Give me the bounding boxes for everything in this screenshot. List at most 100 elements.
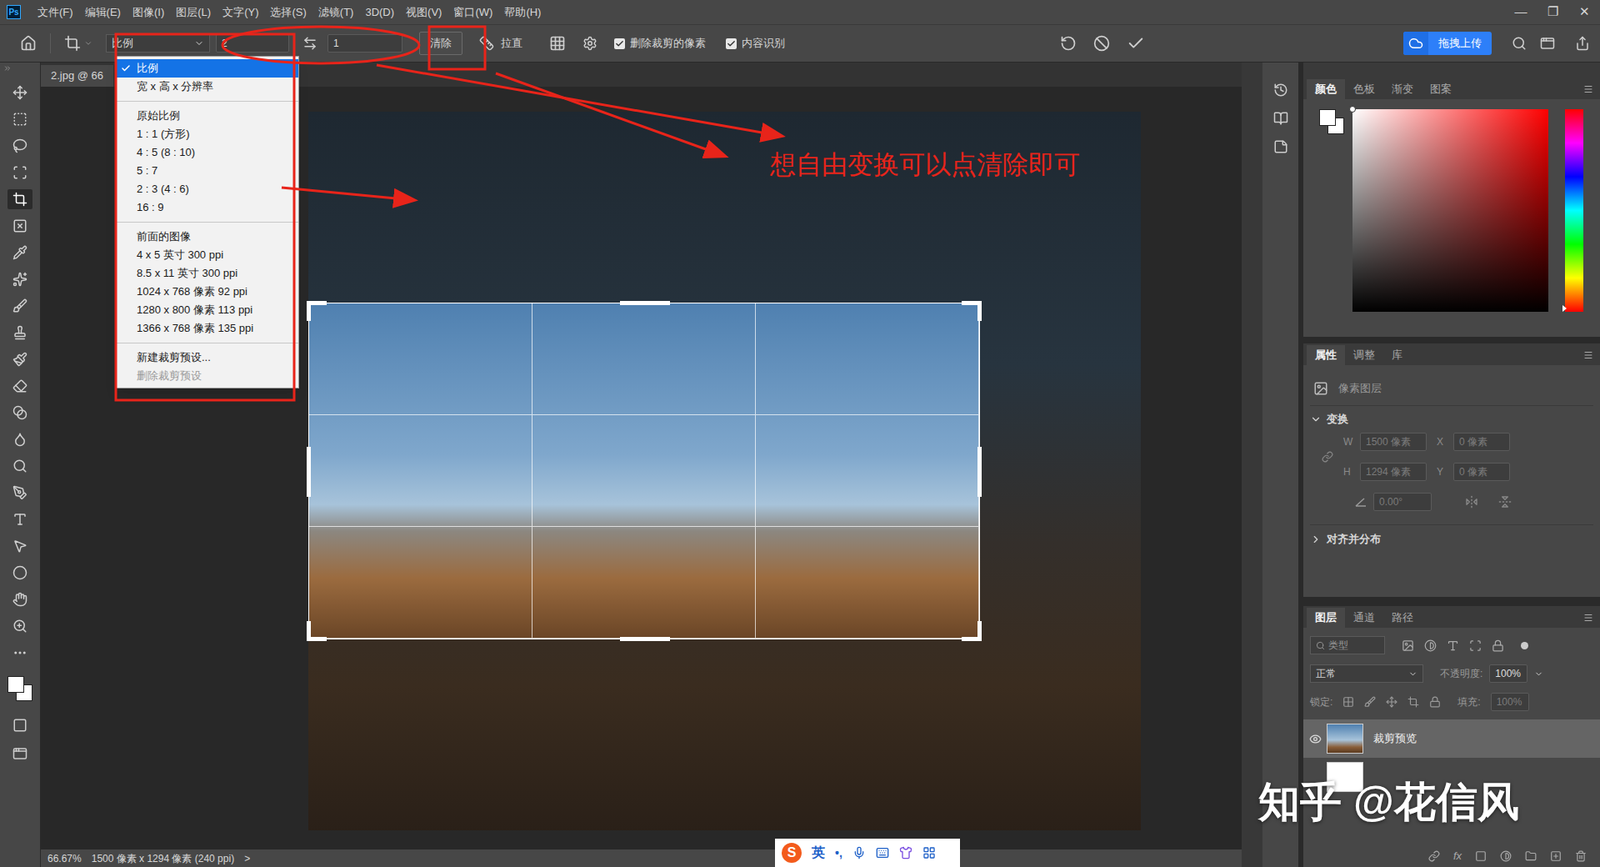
path-select-icon[interactable]	[12, 538, 28, 554]
clear-button[interactable]: 清除	[419, 31, 463, 55]
collapse-icon[interactable]	[3, 64, 12, 73]
tool-button[interactable]	[7, 82, 33, 103]
marquee-icon[interactable]	[12, 111, 28, 127]
chevron-icon[interactable]	[1534, 669, 1544, 679]
settings-icon[interactable]	[582, 35, 598, 51]
height-field[interactable]: 1294 像素	[1360, 462, 1427, 481]
cancel-icon[interactable]	[1093, 35, 1110, 52]
move-icon[interactable]	[12, 85, 28, 100]
dropdown-item[interactable]: 新建裁剪预设...	[115, 348, 299, 367]
width-input[interactable]: 2	[215, 34, 290, 53]
ime-punct[interactable]: •,	[835, 844, 843, 862]
window-control[interactable]: ❐	[1536, 2, 1569, 22]
commit-icon[interactable]	[1126, 34, 1145, 53]
panel-tab[interactable]: 库	[1383, 345, 1411, 365]
window-control[interactable]: —	[1505, 2, 1537, 22]
tool-button[interactable]	[7, 135, 33, 156]
brush-icon[interactable]	[12, 298, 28, 314]
tool-button[interactable]	[7, 455, 33, 476]
blur-icon[interactable]	[12, 431, 28, 447]
hue-slider[interactable]	[1565, 109, 1584, 312]
flip-vertical-icon[interactable]	[1498, 495, 1512, 509]
workspace-icon[interactable]	[1540, 35, 1555, 51]
lasso-icon[interactable]	[12, 138, 28, 154]
angle-field[interactable]: 0.00°	[1373, 492, 1432, 511]
menu-item[interactable]: 图像(I)	[132, 4, 165, 21]
notes-icon[interactable]	[1273, 139, 1289, 155]
dropdown-item[interactable]: 宽 x 高 x 分辨率	[115, 77, 299, 96]
flip-horizontal-icon[interactable]	[1465, 495, 1479, 509]
dropdown-item[interactable]: 前面的图像	[115, 227, 299, 246]
straighten-label[interactable]: 拉直	[500, 35, 523, 52]
menu-item[interactable]: 3D(D)	[365, 4, 395, 21]
preset-arrow-icon[interactable]	[84, 39, 93, 48]
tool-button[interactable]	[7, 295, 33, 316]
dropdown-item[interactable]: 原始比例	[115, 106, 299, 125]
tool-button[interactable]	[7, 189, 33, 210]
tool-button[interactable]	[7, 589, 33, 610]
filter-smart-icon[interactable]	[1491, 639, 1505, 652]
dropdown-item[interactable]: 8.5 x 11 英寸 300 ppi	[115, 264, 299, 283]
height-input[interactable]: 1	[327, 34, 403, 53]
stamp-icon[interactable]	[12, 325, 28, 340]
filter-type-icon[interactable]	[1446, 639, 1460, 652]
panel-tab[interactable]: 色板	[1345, 79, 1384, 100]
menu-item[interactable]: 帮助(H)	[504, 4, 541, 21]
object-select-icon[interactable]	[12, 165, 28, 180]
new-layer-icon[interactable]	[1550, 850, 1562, 862]
crop-handle[interactable]	[306, 446, 311, 497]
panel-menu-icon[interactable]	[1583, 612, 1594, 623]
checkbox-box[interactable]	[725, 38, 737, 50]
crop-handle[interactable]	[306, 300, 311, 321]
dropdown-item[interactable]: 比例	[115, 59, 299, 78]
panel-tab[interactable]: 通道	[1345, 607, 1384, 628]
mic-icon[interactable]	[852, 845, 866, 860]
more-icon[interactable]	[12, 645, 28, 660]
tool-button[interactable]	[7, 482, 33, 503]
zoom-icon[interactable]	[12, 618, 28, 634]
menu-item[interactable]: 窗口(W)	[453, 4, 493, 21]
document-tab[interactable]: 2.jpg @ 66	[40, 65, 114, 87]
tool-button[interactable]	[7, 242, 33, 263]
panel-tab[interactable]: 图案	[1421, 79, 1460, 100]
frame-icon[interactable]	[12, 218, 28, 234]
color-swatches[interactable]	[7, 675, 33, 701]
ellipse-icon[interactable]	[12, 565, 28, 580]
eye-icon[interactable]	[1309, 732, 1322, 745]
type-icon[interactable]	[12, 511, 28, 527]
tool-button[interactable]	[7, 642, 33, 663]
history-brush-icon[interactable]	[12, 351, 28, 367]
adjustment-icon[interactable]	[1500, 850, 1512, 862]
tool-button[interactable]	[7, 402, 33, 423]
blend-mode-select[interactable]: 正常	[1310, 664, 1424, 683]
history-icon[interactable]	[1273, 82, 1289, 98]
tool-button[interactable]	[7, 162, 33, 183]
tool-button[interactable]	[7, 269, 33, 290]
dropdown-item[interactable]: 5 : 7	[115, 161, 299, 180]
lock-artboard-icon[interactable]	[1407, 695, 1420, 708]
dropdown-item[interactable]: 1 : 1 (方形)	[115, 125, 299, 144]
fill-field[interactable]: 100%	[1490, 692, 1530, 711]
tool-button[interactable]	[7, 509, 33, 530]
hand-icon[interactable]	[12, 591, 28, 607]
menu-item[interactable]: 编辑(E)	[85, 4, 121, 21]
tool-button[interactable]	[7, 215, 33, 236]
checkbox[interactable]: 删除裁剪的像素	[614, 35, 706, 52]
panel-menu-icon[interactable]	[1583, 84, 1594, 95]
tool-button[interactable]	[7, 429, 33, 450]
keyboard-icon[interactable]	[875, 845, 890, 860]
fg-bg-swatch[interactable]	[1319, 109, 1345, 135]
libraries-icon[interactable]	[1273, 110, 1289, 126]
delete-layer-icon[interactable]	[1575, 850, 1587, 862]
link-icon[interactable]	[1321, 450, 1334, 463]
panel-tab[interactable]: 颜色	[1306, 79, 1345, 100]
menu-item[interactable]: 视图(V)	[405, 4, 442, 21]
dropdown-item[interactable]: 1280 x 800 像素 113 ppi	[115, 300, 299, 320]
panel-tab[interactable]: 属性	[1306, 345, 1345, 365]
menu-item[interactable]: 选择(S)	[270, 4, 306, 21]
tool-button[interactable]	[7, 322, 33, 343]
lock-position-icon[interactable]	[1385, 695, 1398, 708]
add-mask-icon[interactable]	[1475, 850, 1487, 862]
checkbox[interactable]: 内容识别	[725, 35, 785, 52]
width-field[interactable]: 1500 像素	[1360, 432, 1427, 451]
